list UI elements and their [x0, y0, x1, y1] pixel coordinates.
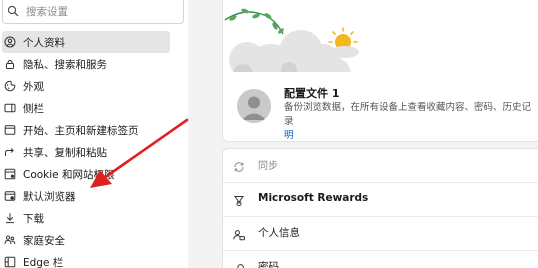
- profile-description: 备份浏览数据，在所有设备上查看收藏内容、密码、历史记录明: [284, 101, 538, 141]
- search-input[interactable]: [26, 5, 176, 18]
- sidebar-item-sidebar[interactable]: 侧栏: [0, 97, 188, 119]
- browser-icon: [4, 190, 16, 202]
- profile-description-text: 备份浏览数据，在所有设备上查看收藏内容、密码、历史记录: [284, 102, 532, 127]
- sync-row[interactable]: 同步: [223, 149, 538, 179]
- sidebar-item-label: 家庭安全: [23, 234, 65, 247]
- profile-banner-illustration: [223, 0, 538, 72]
- personal-info-label: 个人信息: [258, 226, 300, 239]
- sidebar-item-family-safety[interactable]: 家庭安全: [0, 229, 188, 251]
- lock-icon: [4, 58, 16, 70]
- sidebar-item-label: Cookie 和网站权限: [23, 168, 115, 181]
- sidebar-item-label: 个人资料: [23, 36, 65, 49]
- sidebar-item-label: 外观: [23, 80, 44, 93]
- sidebar-item-share[interactable]: 共享、复制和粘贴: [0, 141, 188, 163]
- family-icon: [4, 234, 16, 246]
- passwords-row[interactable]: 密码: [223, 251, 538, 268]
- profile-name: 配置文件 1: [284, 87, 340, 100]
- profile-card: 配置文件 1 备份浏览数据，在所有设备上查看收藏内容、密码、历史记录明: [222, 0, 538, 142]
- main-content: 配置文件 1 备份浏览数据，在所有设备上查看收藏内容、密码、历史记录明 同步 M…: [188, 0, 538, 268]
- search-icon: [7, 2, 19, 21]
- sidebar-item-edge-bar[interactable]: Edge 栏: [0, 251, 188, 268]
- sidebar-item-default-browser[interactable]: 默认浏览器: [0, 185, 188, 207]
- sidebar-item-label: 共享、复制和粘贴: [23, 146, 107, 159]
- sidebar-icon: [4, 102, 16, 114]
- sync-label: 同步: [258, 160, 278, 172]
- sidebar-item-label: 开始、主页和新建标签页: [23, 124, 139, 137]
- sidebar-nav: 个人资料 隐私、搜索和服务 外观 侧栏 开始、主页和新建标签页 共享、复制和粘贴…: [0, 31, 188, 268]
- profile-description-link[interactable]: 明: [284, 130, 294, 141]
- sidebar-item-label: Edge 栏: [23, 256, 64, 268]
- passwords-label: 密码: [258, 260, 279, 268]
- home-icon: [4, 124, 16, 136]
- personal-info-row[interactable]: 个人信息: [223, 217, 538, 247]
- profile-settings-list: 同步 Microsoft Rewards 个人信息 密码: [222, 148, 538, 268]
- rewards-label: Microsoft Rewards: [258, 192, 369, 204]
- sidebar-item-label: 下载: [23, 212, 44, 225]
- avatar: [237, 89, 271, 123]
- sync-icon: [233, 158, 245, 172]
- cookie-icon: [4, 168, 16, 180]
- rewards-icon: [233, 192, 245, 207]
- key-icon: [233, 260, 245, 268]
- download-icon: [4, 212, 16, 224]
- profile-icon: [4, 36, 16, 48]
- sidebar-item-profile[interactable]: 个人资料: [2, 31, 170, 53]
- sidebar-item-appearance[interactable]: 外观: [0, 75, 188, 97]
- sidebar-item-privacy[interactable]: 隐私、搜索和服务: [0, 53, 188, 75]
- sidebar-item-label: 侧栏: [23, 102, 44, 115]
- sidebar-item-downloads[interactable]: 下载: [0, 207, 188, 229]
- sidebar-item-label: 隐私、搜索和服务: [23, 58, 107, 71]
- edge-bar-icon: [4, 256, 16, 268]
- rewards-row[interactable]: Microsoft Rewards: [223, 183, 538, 213]
- profile-row[interactable]: 配置文件 1 备份浏览数据，在所有设备上查看收藏内容、密码、历史记录明: [223, 72, 538, 141]
- sidebar-item-label: 默认浏览器: [23, 190, 76, 203]
- personal-info-icon: [233, 226, 245, 241]
- settings-sidebar: 个人资料 隐私、搜索和服务 外观 侧栏 开始、主页和新建标签页: [0, 0, 188, 268]
- appearance-icon: [4, 80, 16, 92]
- sidebar-item-start-home[interactable]: 开始、主页和新建标签页: [0, 119, 188, 141]
- search-box[interactable]: [2, 0, 184, 24]
- share-icon: [4, 146, 16, 158]
- sidebar-item-cookies[interactable]: Cookie 和网站权限: [0, 163, 188, 185]
